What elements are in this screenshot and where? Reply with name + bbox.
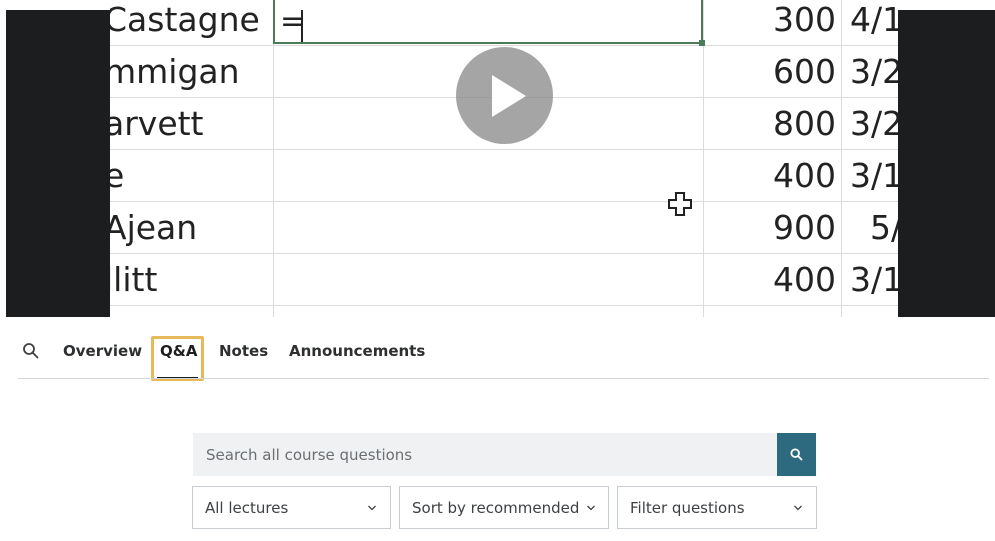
letterbox-left (6, 10, 110, 317)
grid-line (110, 45, 898, 46)
move-cursor-icon (666, 190, 694, 222)
cell-name: llitt (110, 260, 158, 299)
play-button[interactable] (456, 47, 553, 144)
cell-name: mmigan (110, 52, 240, 91)
text-caret (301, 10, 303, 42)
tab-overview[interactable]: Overview (63, 341, 142, 361)
lectures-dropdown-label: All lectures (205, 499, 289, 517)
grid-line (273, 0, 274, 317)
cell-amount: 600 (773, 52, 836, 91)
cell-date: 4/1 (850, 0, 898, 39)
grid-line (841, 0, 842, 317)
filter-dropdown[interactable]: Filter questions (617, 486, 817, 529)
cell-amount: 900 (773, 208, 836, 247)
cell-date: 3/1 (850, 260, 898, 299)
tab-notes[interactable]: Notes (219, 341, 268, 361)
cell-amount: 400 (773, 156, 836, 195)
cell-amount: 800 (773, 104, 836, 143)
search-button[interactable] (777, 433, 816, 476)
grid-line (703, 0, 704, 317)
lectures-dropdown[interactable]: All lectures (192, 486, 391, 529)
grid-line (110, 201, 898, 202)
cell-date: 5/ (870, 208, 898, 247)
chevron-down-icon (794, 505, 802, 511)
video-player[interactable]: Castagne mmigan arvett e Ajean llitt 300… (0, 0, 995, 317)
tabs-divider (18, 378, 989, 379)
grid-line (110, 149, 898, 150)
search-input[interactable] (193, 433, 777, 476)
grid-line (110, 253, 898, 254)
search-icon[interactable] (22, 342, 40, 360)
chevron-down-icon (587, 505, 595, 511)
cell-date: 3/2 (850, 104, 898, 143)
cell-date: 3/1 (850, 156, 898, 195)
cell-name: arvett (110, 104, 204, 143)
filter-dropdown-label: Filter questions (630, 499, 745, 517)
tab-qa[interactable]: Q&A (160, 341, 197, 361)
tab-announcements[interactable]: Announcements (289, 341, 425, 361)
cell-date: 3/2 (850, 52, 898, 91)
cell-name: Ajean (110, 208, 198, 247)
letterbox-right (898, 10, 995, 317)
cell-amount: 300 (773, 0, 836, 39)
search-icon (790, 448, 803, 461)
active-cell (273, 0, 705, 46)
grid-line (110, 305, 898, 306)
play-icon (492, 75, 526, 117)
cell-name: Castagne (110, 0, 260, 39)
sort-dropdown-label: Sort by recommended (412, 499, 580, 517)
sort-dropdown[interactable]: Sort by recommended (399, 486, 609, 529)
cell-name: e (110, 156, 125, 195)
chevron-down-icon (368, 505, 376, 511)
cell-amount: 400 (773, 260, 836, 299)
fill-handle (699, 40, 705, 46)
course-tabs: Overview Q&A Notes Announcements (0, 317, 995, 381)
